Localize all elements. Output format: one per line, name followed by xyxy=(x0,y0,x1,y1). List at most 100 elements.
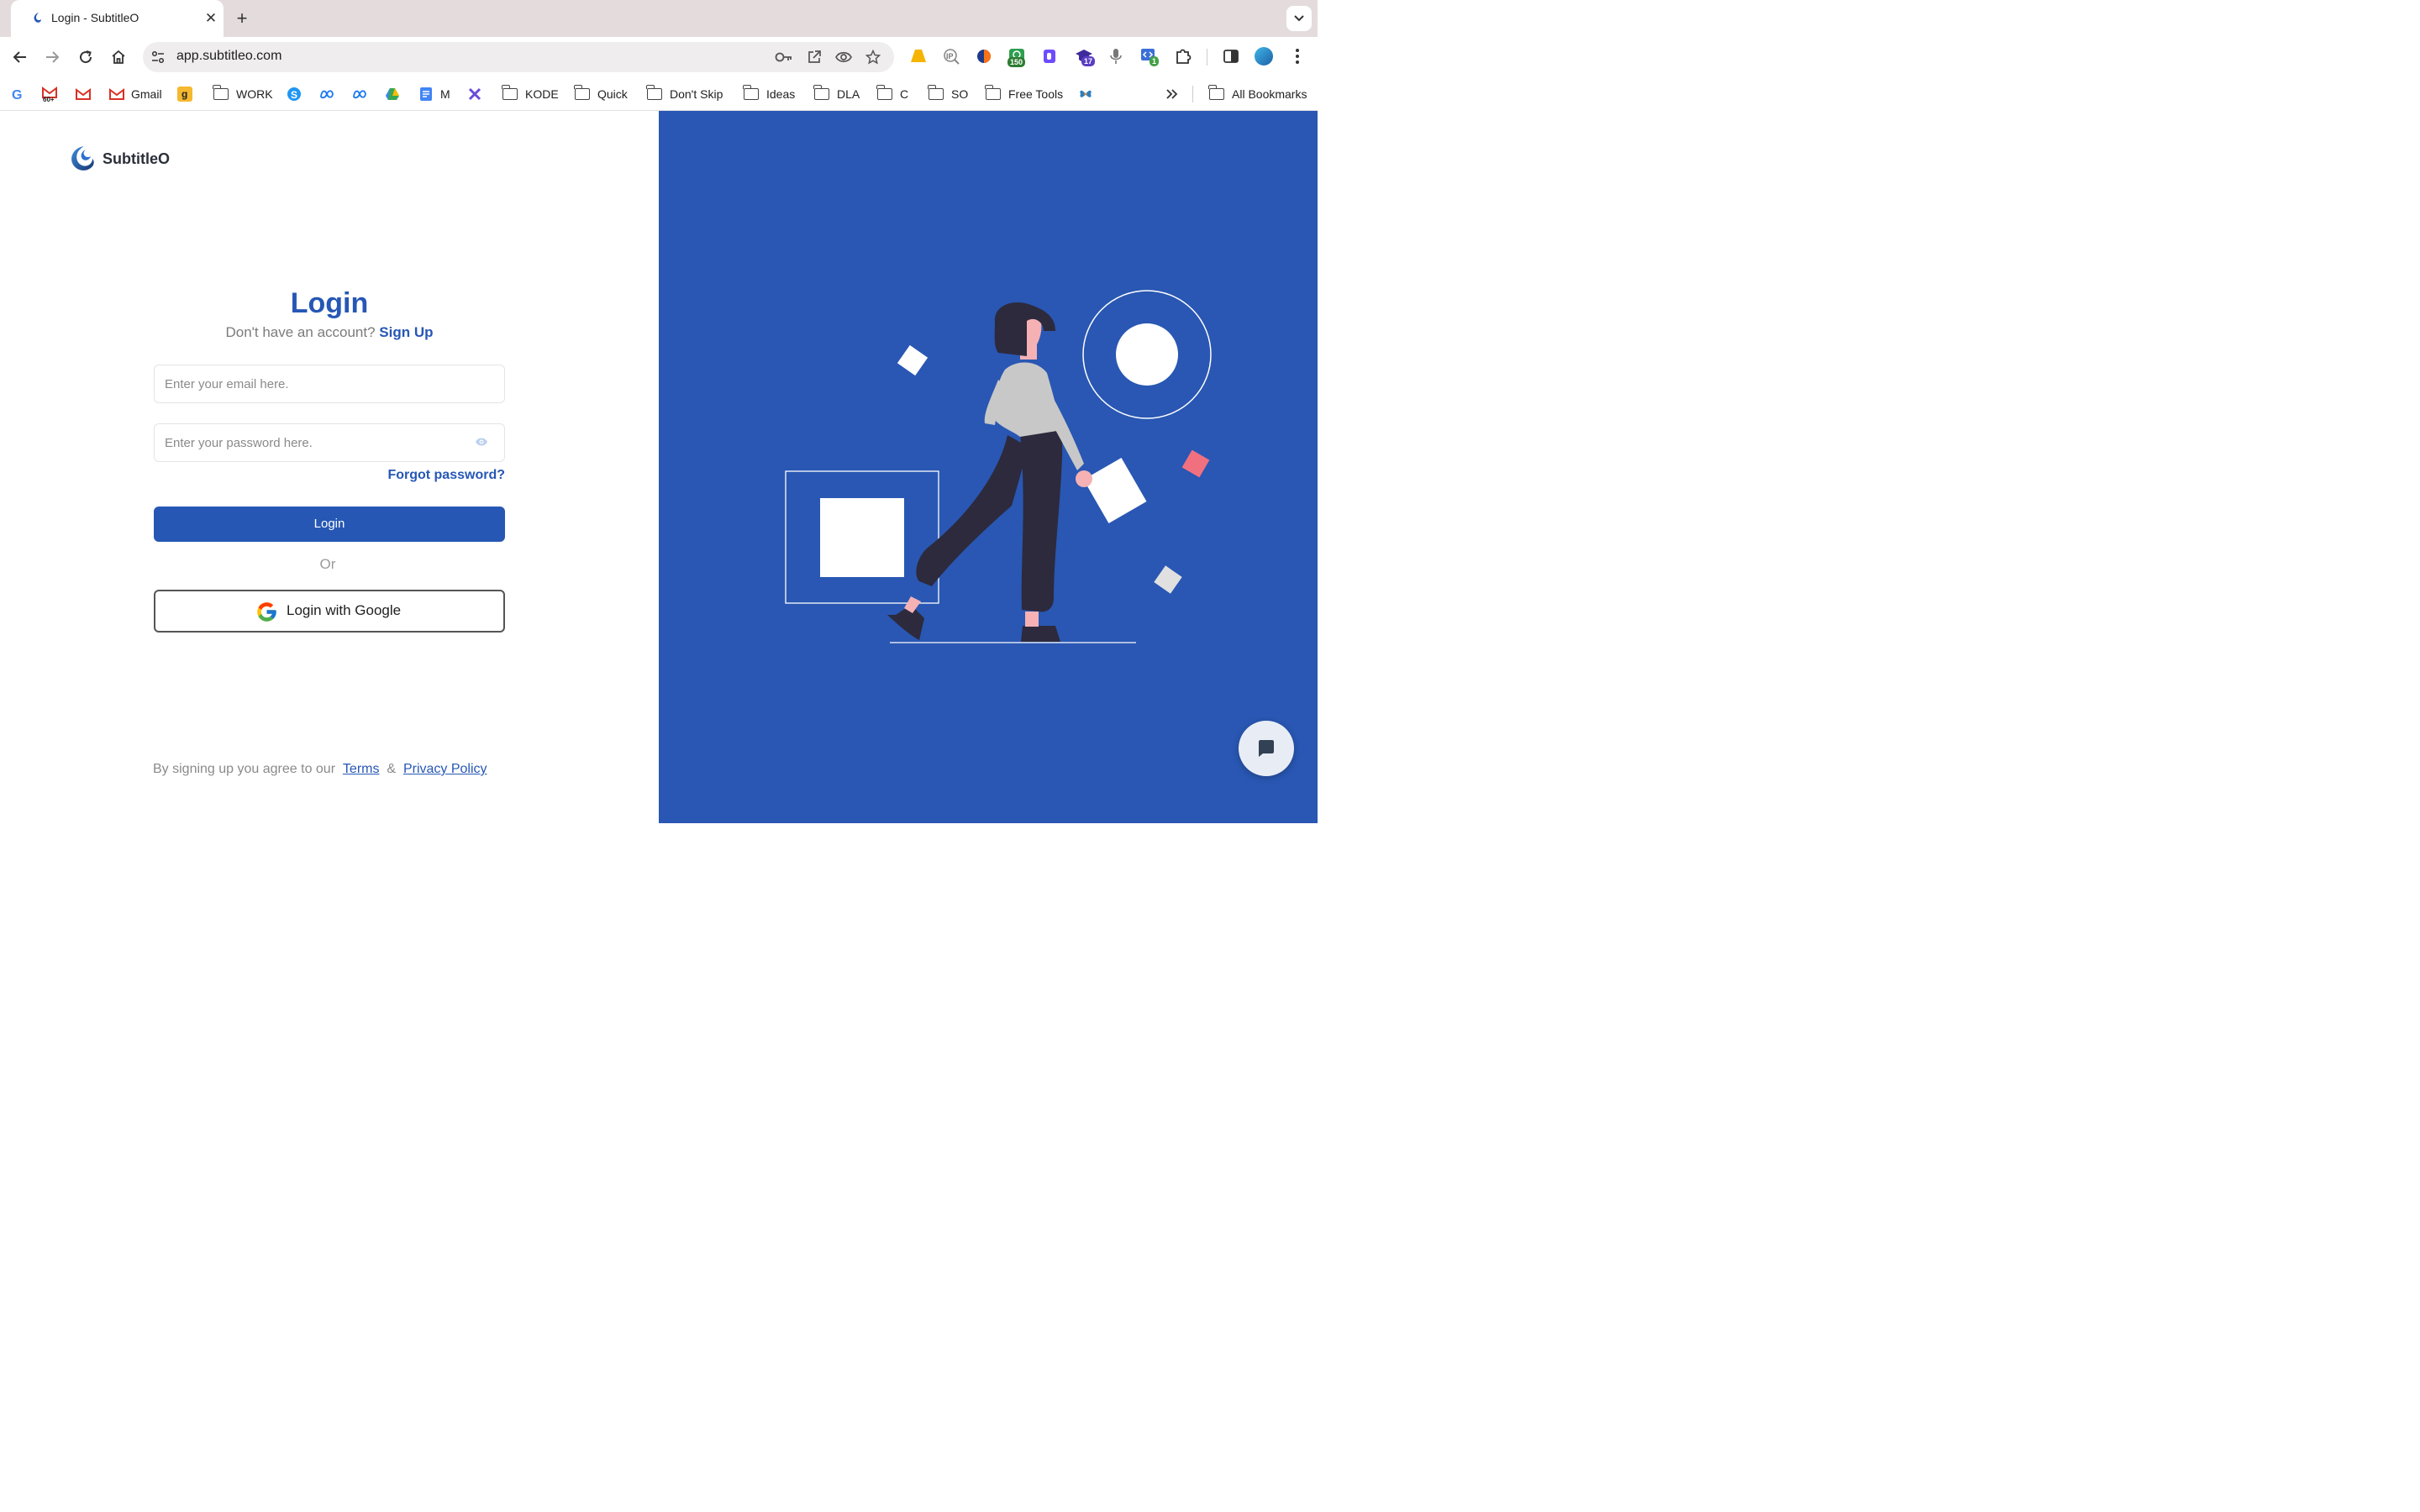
drive-extension-icon[interactable] xyxy=(909,47,928,66)
login-panel: SubtitleO Login Don't have an account? S… xyxy=(0,111,659,823)
money-badge: 150 xyxy=(1007,57,1026,67)
google-icon: G xyxy=(12,88,22,102)
svg-text:G: G xyxy=(12,88,22,102)
bookmark-drive[interactable] xyxy=(385,86,400,102)
gmail-count: 60+ xyxy=(43,96,55,103)
folder-icon xyxy=(743,85,759,100)
password-input[interactable] xyxy=(155,424,504,461)
bookmark-docs-m[interactable]: M xyxy=(418,86,450,102)
back-arrow-icon xyxy=(13,51,26,63)
bookmark-gmail-2[interactable] xyxy=(76,86,91,102)
email-input[interactable] xyxy=(155,365,504,402)
bookmark-google[interactable]: G xyxy=(10,86,25,102)
bookmark-tools-x[interactable] xyxy=(467,86,482,102)
bookmarks-overflow-button[interactable] xyxy=(1165,86,1180,102)
bookmark-folder-work[interactable]: WORK xyxy=(213,85,273,102)
password-field[interactable] xyxy=(154,423,505,462)
subtitleo-logo-icon xyxy=(71,146,94,171)
forward-button[interactable] xyxy=(41,46,63,68)
login-button[interactable]: Login xyxy=(154,507,505,542)
terms-note: By signing up you agree to our Terms & P… xyxy=(153,762,487,777)
open-in-app-icon[interactable] xyxy=(805,48,823,66)
bookmark-meta-2[interactable] xyxy=(352,86,367,102)
bookmark-butterfly[interactable] xyxy=(1078,86,1093,102)
password-key-icon[interactable] xyxy=(775,48,793,66)
side-panel-icon[interactable] xyxy=(1222,47,1240,66)
bookmark-skype[interactable]: S xyxy=(287,86,302,102)
skype-icon: S xyxy=(287,87,301,101)
address-bar[interactable]: app.subtitleo.com xyxy=(143,42,894,72)
back-button[interactable] xyxy=(9,46,31,68)
cap-badge: 17 xyxy=(1081,56,1096,66)
brand-name: SubtitleO xyxy=(103,150,170,167)
eye-icon[interactable] xyxy=(834,48,853,66)
chat-widget-button[interactable] xyxy=(1239,721,1294,776)
login-illustration xyxy=(785,290,1212,643)
gmail-icon xyxy=(76,88,91,100)
folder-icon xyxy=(574,85,590,100)
bookmark-folder-c[interactable]: C xyxy=(876,85,908,102)
google-drive-icon xyxy=(386,88,399,100)
code-extension[interactable]: 1 xyxy=(1140,47,1160,66)
site-settings-icon[interactable] xyxy=(150,50,166,65)
new-tab-icon[interactable]: + xyxy=(232,8,252,29)
google-login-label: Login with Google xyxy=(287,602,402,618)
show-password-eye-icon[interactable] xyxy=(475,437,488,447)
folder-icon xyxy=(876,85,892,100)
url-text[interactable]: app.subtitleo.com xyxy=(176,49,281,64)
active-tab[interactable]: Login - SubtitleO ✕ xyxy=(11,0,224,37)
close-tab-icon[interactable]: ✕ xyxy=(202,9,220,28)
ampersand: & xyxy=(387,762,397,776)
bookmark-folder-kode[interactable]: KODE xyxy=(502,85,559,102)
bookmark-folder-so[interactable]: SO xyxy=(928,85,968,102)
page-title: Login xyxy=(290,287,369,319)
home-button[interactable] xyxy=(108,46,129,68)
svg-text:IP: IP xyxy=(946,52,954,60)
g-icon: g xyxy=(177,87,192,102)
signup-prompt-text: Don't have an account? xyxy=(225,324,376,340)
bookmark-gmail[interactable]: Gmail xyxy=(109,86,162,102)
kebab-menu-icon[interactable] xyxy=(1288,47,1307,66)
svg-text:S: S xyxy=(291,89,297,101)
signup-link[interactable]: Sign Up xyxy=(379,324,433,340)
home-icon xyxy=(112,50,125,64)
illustration-panel xyxy=(659,111,1318,823)
email-field[interactable] xyxy=(154,365,505,403)
profile-avatar[interactable] xyxy=(1255,47,1273,66)
docs-icon xyxy=(420,87,432,101)
d-extension-icon[interactable] xyxy=(1040,47,1059,66)
all-bookmarks-folder[interactable]: All Bookmarks xyxy=(1208,85,1307,102)
bookmark-folder-dont-skip[interactable]: Don't Skip xyxy=(646,85,723,102)
bookmark-folder-quick[interactable]: Quick xyxy=(574,85,628,102)
signup-prompt: Don't have an account? Sign Up xyxy=(154,324,505,341)
bookmark-gmail-60[interactable]: 60+ xyxy=(42,86,57,103)
folder-icon xyxy=(928,85,944,100)
folder-icon xyxy=(985,85,1001,100)
chat-bubble-icon xyxy=(1259,740,1274,757)
bookmark-folder-free-tools[interactable]: Free Tools xyxy=(985,85,1063,102)
sync-extension-icon[interactable] xyxy=(975,47,993,66)
microphone-icon[interactable] xyxy=(1107,47,1125,66)
bookmark-meta-1[interactable] xyxy=(319,86,334,102)
chevron-down-icon xyxy=(1294,15,1304,22)
reload-button[interactable] xyxy=(75,46,97,68)
extensions-puzzle-icon[interactable] xyxy=(1174,47,1192,66)
bookmark-g-extension[interactable]: g xyxy=(177,86,192,102)
money-extension[interactable]: 150 xyxy=(1007,47,1026,67)
gmail-icon: 60+ xyxy=(42,87,57,103)
forgot-password-link[interactable]: Forgot password? xyxy=(361,468,505,483)
tab-search-button[interactable] xyxy=(1286,6,1312,31)
brand-logo[interactable]: SubtitleO xyxy=(69,144,170,173)
google-login-button[interactable]: Login with Google xyxy=(154,590,505,633)
google-logo-icon xyxy=(257,602,276,622)
svg-text:g: g xyxy=(182,88,187,100)
privacy-policy-link[interactable]: Privacy Policy xyxy=(403,762,487,776)
graduation-extension[interactable]: 17 xyxy=(1075,47,1096,66)
ip-lookup-icon[interactable]: IP xyxy=(942,47,960,66)
folder-icon xyxy=(502,85,518,100)
terms-link[interactable]: Terms xyxy=(343,762,380,776)
bookmark-star-icon[interactable] xyxy=(864,48,882,66)
bookmark-folder-dla[interactable]: DLA xyxy=(813,85,860,102)
bookmark-folder-ideas[interactable]: Ideas xyxy=(743,85,795,102)
tab-title: Login - SubtitleO xyxy=(51,11,139,24)
